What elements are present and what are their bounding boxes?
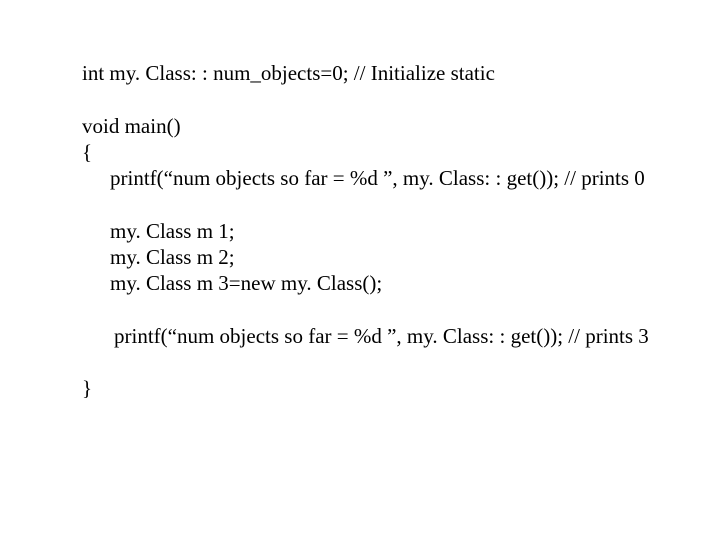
code-line: printf(“num objects so far = %d ”, my. C… <box>82 323 720 349</box>
code-line: my. Class m 1; <box>82 218 720 244</box>
code-line: void main() <box>82 113 720 139</box>
code-line: printf(“num objects so far = %d ”, my. C… <box>82 165 720 191</box>
blank-line <box>82 86 720 112</box>
code-line: my. Class m 3=new my. Class(); <box>82 270 720 296</box>
code-line: } <box>82 375 720 401</box>
code-line: { <box>82 139 720 165</box>
code-line: int my. Class: : num_objects=0; // Initi… <box>82 60 720 86</box>
code-line: my. Class m 2; <box>82 244 720 270</box>
blank-line <box>82 191 720 217</box>
blank-line <box>82 296 720 322</box>
code-block: int my. Class: : num_objects=0; // Initi… <box>0 0 720 401</box>
blank-line <box>82 349 720 375</box>
